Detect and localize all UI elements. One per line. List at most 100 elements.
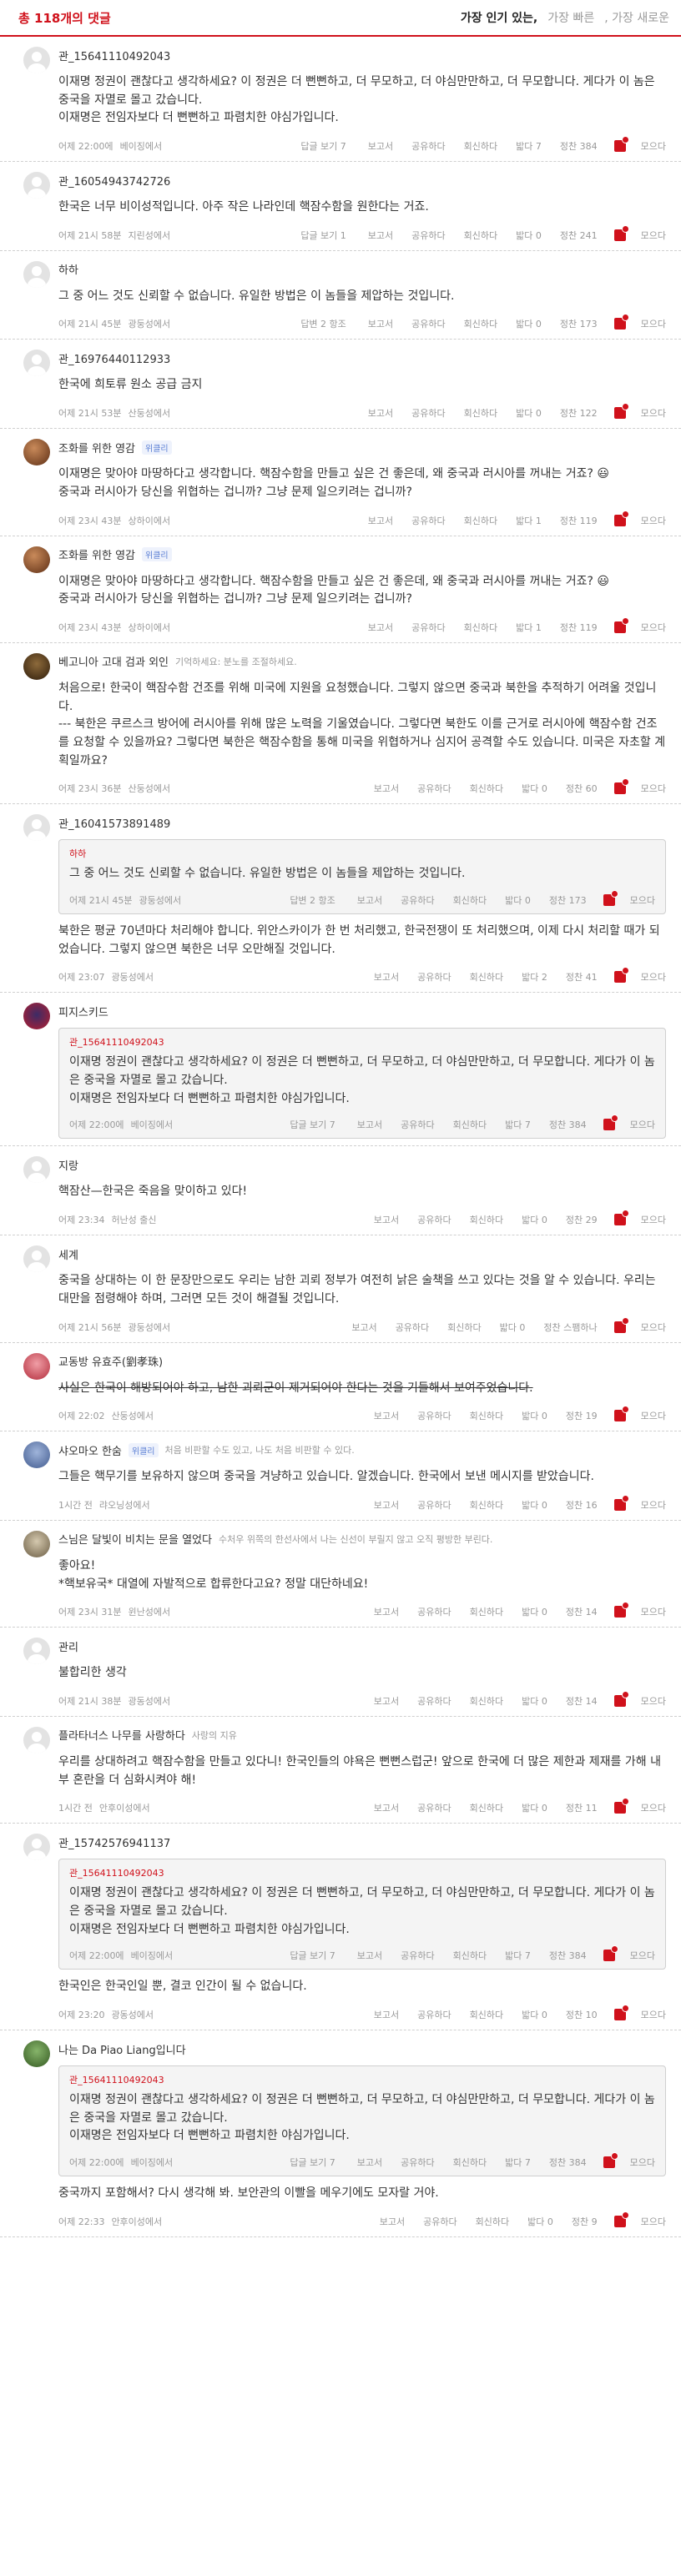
gift-icon[interactable] (613, 1690, 629, 1707)
report-button[interactable]: 보고서 (357, 893, 382, 907)
more-button[interactable]: 모으다 (641, 1498, 666, 1512)
report-button[interactable]: 보고서 (374, 1605, 399, 1618)
report-button[interactable]: 보고서 (374, 1213, 399, 1226)
reply-button[interactable]: 회신하다 (464, 514, 497, 527)
report-button[interactable]: 보고서 (368, 514, 393, 527)
gift-icon[interactable] (603, 2152, 618, 2169)
comment-author[interactable]: 플라타너스 나무를 사랑하다 (58, 1727, 185, 1743)
more-button[interactable]: 모으다 (641, 1409, 666, 1422)
gift-icon[interactable] (603, 890, 618, 906)
avatar[interactable] (23, 172, 50, 199)
reply-button[interactable]: 회신하다 (453, 1949, 487, 1962)
avatar[interactable] (23, 652, 50, 680)
report-button[interactable]: 보고서 (380, 2215, 405, 2228)
upvote-button[interactable]: 정찬 60 (566, 782, 598, 795)
share-button[interactable]: 공유하다 (411, 406, 445, 420)
view-replies-button[interactable]: 답글 보기 7 (290, 1949, 335, 1962)
upvote-button[interactable]: 정찬 29 (566, 1213, 598, 1226)
reply-button[interactable]: 회신하다 (464, 229, 497, 242)
more-button[interactable]: 모으다 (641, 1694, 666, 1708)
avatar[interactable] (23, 1530, 50, 1557)
more-button[interactable]: 모으다 (630, 1118, 655, 1131)
downvote-button[interactable]: 밟다 0 (522, 1801, 547, 1814)
upvote-button[interactable]: 정찬 14 (566, 1694, 598, 1708)
reply-button[interactable]: 회신하다 (470, 1694, 503, 1708)
comment-author[interactable]: 관_15641110492043 (58, 48, 170, 63)
gift-icon[interactable] (613, 1494, 629, 1511)
more-button[interactable]: 모으다 (641, 1321, 666, 1334)
comment-author[interactable]: 관_15742576941137 (58, 1834, 170, 1850)
reply-button[interactable]: 회신하다 (470, 1409, 503, 1422)
gift-icon[interactable] (613, 1316, 629, 1333)
quoted-author[interactable]: 관_15641110492043 (69, 1035, 655, 1049)
avatar[interactable] (23, 350, 50, 377)
downvote-button[interactable]: 밟다 1 (516, 621, 542, 634)
report-button[interactable]: 보고서 (357, 1118, 382, 1131)
downvote-button[interactable]: 밟다 0 (522, 1605, 547, 1618)
more-button[interactable]: 모으다 (641, 970, 666, 984)
gift-icon[interactable] (613, 314, 629, 330)
downvote-button[interactable]: 밟다 0 (516, 317, 542, 330)
downvote-button[interactable]: 밟다 0 (516, 406, 542, 420)
reply-button[interactable]: 회신하다 (476, 2215, 509, 2228)
comment-author[interactable]: 샤오마오 한숨 (58, 1442, 122, 1458)
gift-icon[interactable] (613, 2005, 629, 2021)
upvote-button[interactable]: 정찬 11 (566, 1801, 598, 1814)
reply-button[interactable]: 회신하다 (470, 782, 503, 795)
gift-icon[interactable] (603, 1114, 618, 1131)
sort-fast-tab[interactable]: 가장 빠른 (547, 9, 594, 26)
gift-icon[interactable] (613, 403, 629, 420)
gift-icon[interactable] (613, 224, 629, 241)
reply-button[interactable]: 회신하다 (464, 621, 497, 634)
downvote-button[interactable]: 밟다 0 (527, 2215, 553, 2228)
upvote-button[interactable]: 정찬 119 (560, 621, 598, 634)
more-button[interactable]: 모으다 (641, 1801, 666, 1814)
report-button[interactable]: 보고서 (374, 1801, 399, 1814)
gift-icon[interactable] (613, 1406, 629, 1422)
report-button[interactable]: 보고서 (374, 970, 399, 984)
downvote-button[interactable]: 밟다 0 (500, 1321, 526, 1334)
gift-icon[interactable] (613, 1210, 629, 1226)
view-replies-button[interactable]: 답변 2 항조 (290, 893, 335, 907)
comment-author[interactable]: 조화를 위한 영감 (58, 440, 135, 455)
view-replies-button[interactable]: 답글 보기 7 (300, 139, 346, 153)
more-button[interactable]: 모으다 (641, 406, 666, 420)
report-button[interactable]: 보고서 (357, 1949, 382, 1962)
comment-author[interactable]: 관리 (58, 1638, 78, 1654)
view-replies-button[interactable]: 답글 보기 7 (290, 1118, 335, 1131)
share-button[interactable]: 공유하다 (411, 621, 445, 634)
downvote-button[interactable]: 밟다 0 (522, 1213, 547, 1226)
view-replies-button[interactable]: 답글 보기 7 (290, 2156, 335, 2169)
avatar[interactable] (23, 1156, 50, 1184)
share-button[interactable]: 공유하다 (417, 970, 451, 984)
share-button[interactable]: 공유하다 (417, 1213, 451, 1226)
share-button[interactable]: 공유하다 (401, 1118, 434, 1131)
avatar[interactable] (23, 2040, 50, 2068)
share-button[interactable]: 공유하다 (411, 514, 445, 527)
comment-author[interactable]: 나는 Da Piao Liang입니다 (58, 2041, 186, 2057)
comment-author[interactable]: 조화를 위한 영감 (58, 546, 135, 562)
reply-button[interactable]: 회신하다 (470, 1801, 503, 1814)
upvote-button[interactable]: 정찬 9 (572, 2215, 598, 2228)
reply-button[interactable]: 회신하다 (453, 2156, 487, 2169)
share-button[interactable]: 공유하다 (417, 1694, 451, 1708)
avatar[interactable] (23, 260, 50, 288)
share-button[interactable]: 공유하다 (411, 229, 445, 242)
more-button[interactable]: 모으다 (641, 1213, 666, 1226)
share-button[interactable]: 공유하다 (401, 2156, 434, 2169)
more-button[interactable]: 모으다 (641, 139, 666, 153)
reply-button[interactable]: 회신하다 (464, 406, 497, 420)
avatar[interactable] (23, 546, 50, 573)
upvote-button[interactable]: 정찬 384 (549, 2156, 587, 2169)
share-button[interactable]: 공유하다 (396, 1321, 429, 1334)
upvote-button[interactable]: 정찬 241 (560, 229, 598, 242)
reply-button[interactable]: 회신하다 (470, 1605, 503, 1618)
report-button[interactable]: 보고서 (368, 139, 393, 153)
quoted-author[interactable]: 관_15641110492043 (69, 2073, 655, 2086)
downvote-button[interactable]: 밟다 1 (516, 514, 542, 527)
more-button[interactable]: 모으다 (641, 229, 666, 242)
gift-icon[interactable] (613, 510, 629, 526)
avatar[interactable] (23, 1638, 50, 1665)
gift-icon[interactable] (613, 136, 629, 153)
report-button[interactable]: 보고서 (374, 2008, 399, 2021)
